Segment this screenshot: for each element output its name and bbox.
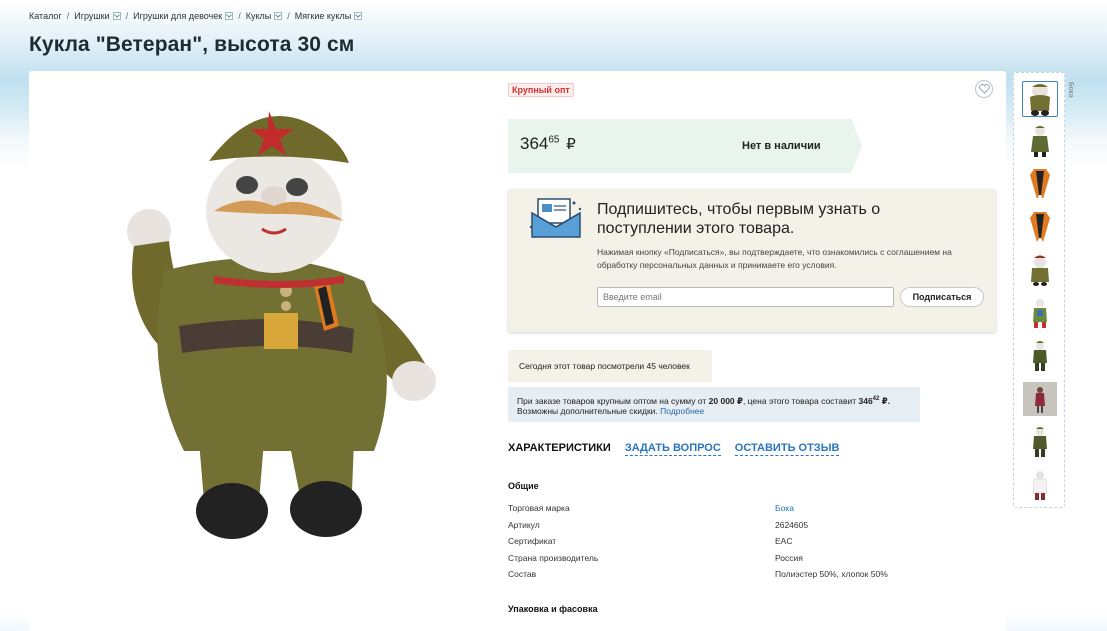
spec-name: Состав [508, 569, 537, 579]
spec-name: Торговая марка [508, 503, 570, 513]
chevron-down-icon[interactable] [112, 12, 121, 20]
thumbnail-image [1032, 471, 1048, 500]
thumbnail-image [1030, 212, 1050, 242]
heart-icon[interactable] [978, 84, 990, 94]
breadcrumb-label[interactable]: Куклы [246, 11, 272, 21]
thumbnails-brand-label: Бока [1067, 82, 1074, 98]
breadcrumb-label[interactable]: Каталог [29, 11, 62, 21]
tab-leave-review[interactable]: ОСТАВИТЬ ОТЗЫВ [734, 442, 840, 456]
thumbnail-image [1030, 84, 1050, 116]
currency-symbol: ₽ [566, 136, 576, 153]
wholesale-threshold: 20 000 ₽ [708, 395, 743, 406]
subscribe-terms: Нажимая кнопку «Подписаться», вы подтвер… [597, 247, 952, 270]
availability-status: Нет в наличии [742, 140, 821, 152]
breadcrumb-item-dolls[interactable]: Куклы [246, 11, 283, 21]
thumbnail-8[interactable] [1022, 381, 1058, 417]
thumbnail-5[interactable] [1022, 252, 1058, 288]
wholesale-line-1: При заказе товаров крупным оптом на сумм… [517, 394, 911, 406]
more-link[interactable]: Подробнее [660, 406, 704, 416]
spec-value-brand[interactable]: Бока [775, 503, 794, 513]
thumbnail-9[interactable] [1022, 424, 1058, 460]
wholesale-text: , цена этого товара составит [742, 395, 859, 406]
specs-section-general: Общие [508, 481, 539, 491]
breadcrumb-label[interactable]: Игрушки для девочек [133, 11, 222, 21]
wholesale-info: При заказе товаров крупным оптом на сумм… [508, 387, 920, 422]
spec-name: Сертификат [508, 536, 557, 546]
thumbnail-image [1033, 299, 1047, 328]
breadcrumb-label[interactable]: Игрушки [74, 11, 109, 21]
subscribe-panel: Подпишитесь, чтобы первым узнать о посту… [508, 189, 996, 332]
spec-name: Страна производитель [508, 552, 599, 563]
spec-value: Россия [775, 552, 803, 563]
breadcrumb-separator: / [238, 11, 241, 21]
thumbnail-1[interactable] [1022, 81, 1058, 117]
subscribe-title: Подпишитесь, чтобы первым узнать о посту… [597, 201, 881, 237]
chevron-down-icon[interactable] [274, 12, 283, 20]
spec-value: Полиэстер 50%, хлопок 50% [775, 569, 888, 579]
wholesale-line-2: Возможны дополнительные скидки. Подробне… [517, 406, 911, 416]
chevron-down-icon[interactable] [225, 12, 234, 20]
tab-ask-question[interactable]: ЗАДАТЬ ВОПРОС [624, 442, 721, 456]
thumbnail-image [1033, 341, 1047, 371]
spec-row: Состав Полиэстер 50%, хлопок 50% [508, 569, 908, 586]
price-box: 36465 ₽ Нет в наличии [508, 119, 862, 173]
tab-characteristics[interactable]: ХАРАКТЕРИСТИКИ [508, 442, 611, 456]
thumbnail-image [1033, 427, 1047, 457]
spec-row: Торговая марка Бока [508, 503, 908, 520]
email-field[interactable] [597, 287, 894, 307]
breadcrumb-separator: / [287, 11, 290, 21]
wholesale-text: Возможны дополнительные скидки. [517, 405, 661, 416]
breadcrumb-item-girls-toys[interactable]: Игрушки для девочек [133, 11, 234, 21]
breadcrumb: Каталог / Игрушки / Игрушки для девочек … [29, 11, 363, 21]
thumbnail-6[interactable] [1022, 295, 1058, 331]
wholesale-text: При заказе товаров крупным оптом на сумм… [517, 395, 709, 406]
thumbnail-image [1031, 126, 1049, 157]
breadcrumb-item-toys[interactable]: Игрушки [74, 11, 121, 21]
spec-row: Артикул 2624605 [508, 520, 908, 537]
spec-value: EAC [775, 536, 793, 546]
wholesale-currency: ₽. [879, 395, 890, 406]
page-title: Кукла "Ветеран", высота 30 см [29, 33, 355, 56]
wholesale-badge: Крупный опт [508, 83, 574, 97]
product-image[interactable] [104, 81, 444, 541]
envelope-icon [529, 198, 582, 238]
specs-table: Торговая марка Бока Артикул 2624605 Серт… [508, 503, 908, 586]
wholesale-price-integer: 346 [858, 395, 873, 406]
thumbnail-strip [1013, 72, 1065, 508]
thumbnail-2[interactable] [1022, 123, 1058, 159]
breadcrumb-label[interactable]: Мягкие куклы [295, 11, 351, 21]
thumbnail-image [1031, 255, 1049, 286]
breadcrumb-item-catalog[interactable]: Каталог [29, 11, 62, 21]
breadcrumb-separator: / [125, 11, 129, 21]
thumbnail-4[interactable] [1022, 209, 1058, 245]
spec-value: 2624605 [775, 519, 809, 530]
price-fraction: 65 [548, 134, 560, 146]
product-tabs: ХАРАКТЕРИСТИКИ ЗАДАТЬ ВОПРОС ОСТАВИТЬ ОТ… [508, 442, 853, 456]
breadcrumb-separator: / [66, 11, 70, 21]
thumbnail-10[interactable] [1022, 467, 1058, 503]
chevron-down-icon[interactable] [354, 12, 363, 20]
spec-row: Сертификат EAC [508, 536, 908, 553]
views-counter: Сегодня этот товар посмотрели 45 человек [508, 350, 712, 382]
price-integer: 364 [520, 134, 549, 153]
thumbnail-7[interactable] [1022, 338, 1058, 374]
wholesale-price: 34642 ₽. [858, 396, 890, 406]
thumbnail-image [1023, 382, 1057, 416]
spec-row: Страна производитель Россия [508, 553, 908, 570]
favorite-button[interactable] [975, 80, 993, 98]
subscribe-button[interactable]: Подписаться [900, 287, 984, 307]
thumbnail-3[interactable] [1022, 166, 1058, 202]
price: 36465 ₽ [520, 134, 576, 154]
spec-name: Артикул [508, 519, 540, 530]
breadcrumb-item-soft-dolls[interactable]: Мягкие куклы [295, 11, 363, 21]
thumbnail-image [1030, 169, 1050, 199]
